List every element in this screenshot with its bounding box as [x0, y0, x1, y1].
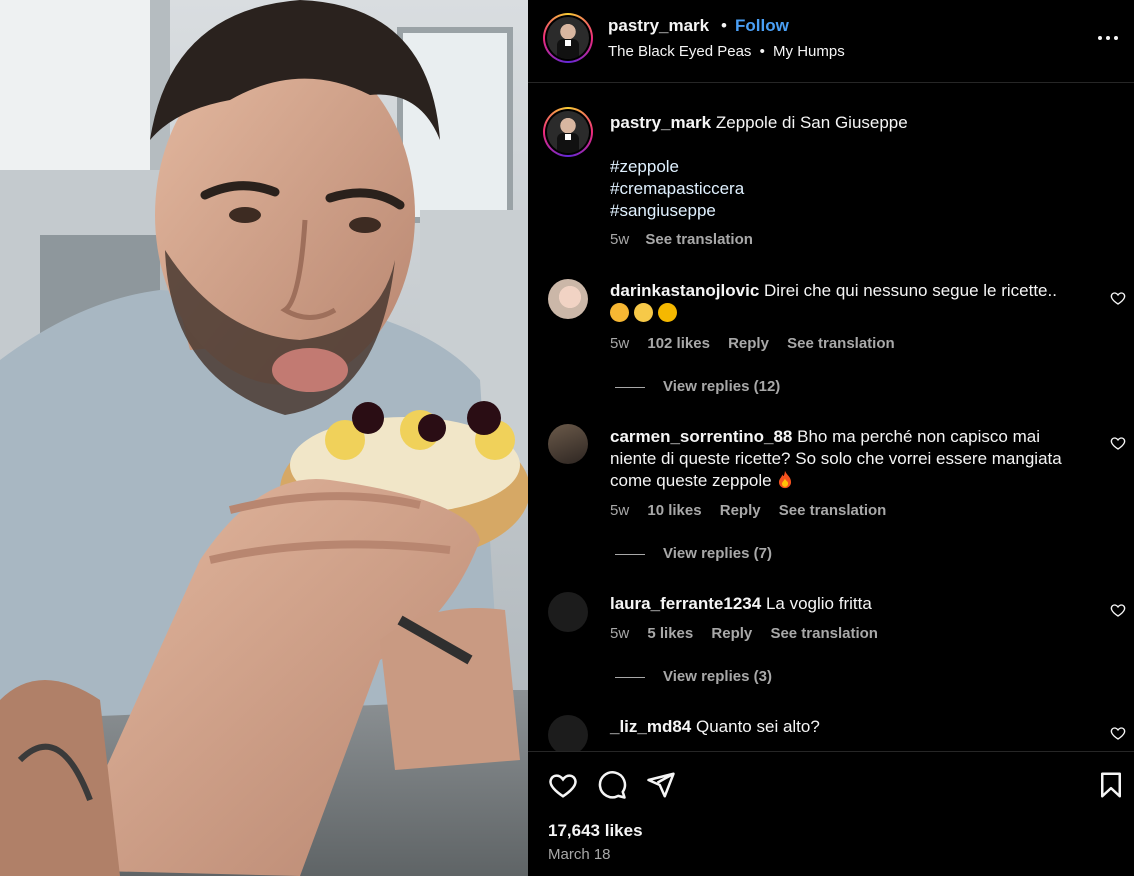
- header-separator: •: [721, 16, 727, 35]
- hashtag-link[interactable]: #cremapasticcera: [610, 178, 1100, 200]
- see-translation-button[interactable]: See translation: [787, 335, 895, 352]
- comment-emojis: [610, 303, 1100, 325]
- audio-attribution[interactable]: The Black Eyed Peas • My Humps: [608, 43, 845, 60]
- post-side-panel: pastry_mark • Follow The Black Eyed Peas…: [528, 0, 1134, 876]
- reply-button[interactable]: Reply: [711, 625, 752, 642]
- comment-like-heart-icon[interactable]: [1110, 290, 1126, 306]
- comment-body: Quanto sei alto?: [696, 717, 820, 736]
- smiling-face-with-hearts-icon: [610, 303, 629, 322]
- comment-likes-count[interactable]: 5 likes: [647, 625, 693, 642]
- upside-down-face-icon: [634, 303, 653, 322]
- comment-text: _liz_md84 Quanto sei alto?: [610, 716, 1100, 738]
- comment-body-line-3: come queste zeppole: [610, 471, 772, 490]
- caption-meta: 5w See translation: [610, 231, 767, 248]
- comment-body-line-3-wrap: come queste zeppole: [610, 470, 1100, 492]
- hashtag-link[interactable]: #sangiuseppe: [610, 200, 1100, 222]
- view-replies-button[interactable]: View replies (7): [615, 545, 772, 562]
- commenter-avatar[interactable]: [548, 424, 588, 464]
- comment-age: 5w: [610, 625, 630, 642]
- comment-age: 5w: [610, 335, 630, 352]
- commenter-avatar[interactable]: [548, 715, 588, 751]
- audio-separator: •: [759, 43, 765, 60]
- share-send-icon[interactable]: [646, 770, 676, 800]
- video-frame-illustration: [0, 0, 528, 876]
- comment-username[interactable]: carmen_sorrentino_88: [610, 427, 792, 446]
- caption-body: Zeppole di San Giuseppe: [715, 113, 908, 132]
- comment-age: 5w: [610, 502, 630, 519]
- more-horizontal-icon[interactable]: [1096, 26, 1120, 50]
- follow-button[interactable]: Follow: [735, 16, 789, 36]
- comment-body: Direi che qui nessuno segue le ricette..: [764, 281, 1057, 300]
- caption-age: 5w: [610, 231, 630, 248]
- view-replies-button[interactable]: View replies (12): [615, 378, 780, 395]
- caption-author-avatar[interactable]: [543, 107, 593, 157]
- see-translation-button[interactable]: See translation: [770, 625, 878, 642]
- replies-divider-line: [615, 676, 645, 678]
- comment-username[interactable]: _liz_md84: [610, 717, 691, 736]
- view-replies-label[interactable]: View replies (12): [663, 378, 780, 395]
- commenter-avatar[interactable]: [548, 279, 588, 319]
- comment-like-heart-icon[interactable]: [1110, 602, 1126, 618]
- comment-username[interactable]: laura_ferrante1234: [610, 594, 761, 613]
- comment-text: darinkastanojlovic Direi che qui nessuno…: [610, 280, 1100, 302]
- fire-emoji-icon: [779, 470, 792, 489]
- comment-likes-count[interactable]: 102 likes: [647, 335, 710, 352]
- commenter-avatar[interactable]: [548, 592, 588, 632]
- comment-like-heart-icon[interactable]: [1110, 435, 1126, 451]
- audio-track[interactable]: My Humps: [773, 43, 845, 60]
- see-translation-button[interactable]: See translation: [779, 502, 887, 519]
- comment-text: laura_ferrante1234 La voglio fritta: [610, 593, 1100, 615]
- comment-body-line-1: Bho ma perché non capisco mai: [797, 427, 1040, 446]
- comment-meta: 5w 102 likes Reply See translation: [610, 335, 909, 352]
- post-date[interactable]: March 18: [548, 846, 611, 863]
- comment-meta: 5w 10 likes Reply See translation: [610, 502, 900, 519]
- comment-username[interactable]: darinkastanojlovic: [610, 281, 759, 300]
- comment-like-heart-icon[interactable]: [1110, 725, 1126, 741]
- comment-body: La voglio fritta: [765, 594, 872, 613]
- hashtag-link[interactable]: #zeppole: [610, 156, 1100, 178]
- see-translation-button[interactable]: See translation: [645, 231, 753, 248]
- comment-likes-count[interactable]: 10 likes: [647, 502, 701, 519]
- audio-artist[interactable]: The Black Eyed Peas: [608, 43, 751, 60]
- replies-divider-line: [615, 553, 645, 555]
- post-actions-footer: 17,643 likes March 18: [528, 751, 1134, 876]
- post-media-video[interactable]: [0, 0, 528, 876]
- comment-meta: 5w 5 likes Reply See translation: [610, 625, 892, 642]
- reply-button[interactable]: Reply: [720, 502, 761, 519]
- author-username[interactable]: pastry_mark: [608, 16, 709, 36]
- caption-text: pastry_mark Zeppole di San Giuseppe: [610, 112, 1100, 134]
- comments-list[interactable]: pastry_mark Zeppole di San Giuseppe #zep…: [528, 84, 1134, 751]
- view-replies-label[interactable]: View replies (3): [663, 668, 772, 685]
- comment-text: carmen_sorrentino_88 Bho ma perché non c…: [610, 426, 1100, 448]
- author-avatar[interactable]: [543, 13, 593, 63]
- replies-divider-line: [615, 386, 645, 388]
- caption-username[interactable]: pastry_mark: [610, 113, 711, 132]
- caption-hashtags: #zeppole #cremapasticcera #sangiuseppe: [610, 156, 1100, 222]
- view-replies-label[interactable]: View replies (7): [663, 545, 772, 562]
- comment-bubble-icon[interactable]: [597, 770, 627, 800]
- comment-body-line-2: niente di queste ricette? So solo che vo…: [610, 449, 1062, 468]
- post-header: pastry_mark • Follow The Black Eyed Peas…: [528, 0, 1134, 83]
- view-replies-button[interactable]: View replies (3): [615, 668, 772, 685]
- post-likes-count[interactable]: 17,643 likes: [548, 821, 643, 841]
- bookmark-save-icon[interactable]: [1096, 770, 1126, 800]
- rolling-on-floor-laughing-icon: [658, 303, 677, 322]
- reply-button[interactable]: Reply: [728, 335, 769, 352]
- like-heart-icon[interactable]: [548, 770, 578, 800]
